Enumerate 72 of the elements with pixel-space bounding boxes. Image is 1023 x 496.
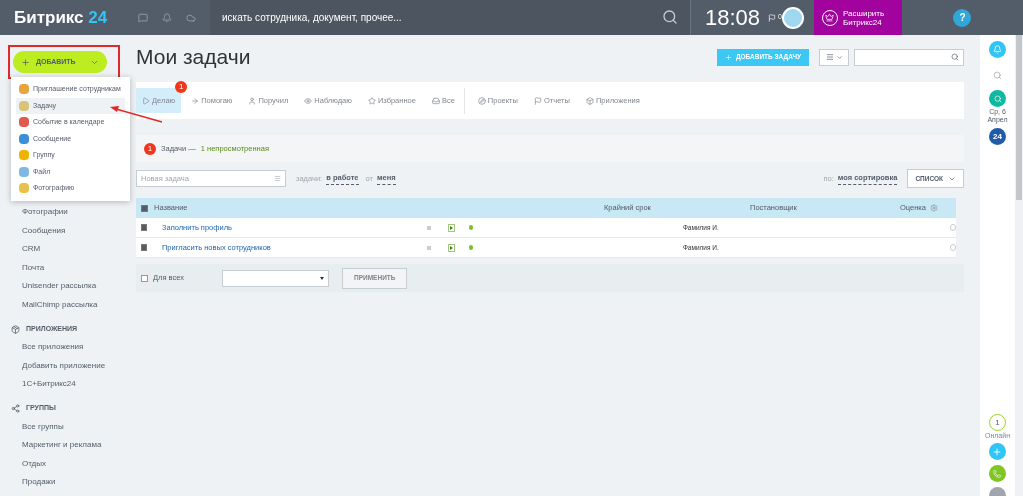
- more-button[interactable]: [989, 487, 1006, 496]
- page-title: Мои задачи: [136, 44, 251, 71]
- play-icon[interactable]: [448, 243, 455, 252]
- search-field[interactable]: искать сотрудника, документ, прочее...: [210, 0, 690, 35]
- tab-icon: [431, 96, 440, 105]
- logo[interactable]: Битрикс 24: [14, 4, 108, 31]
- settings-icon[interactable]: [930, 204, 938, 212]
- bitrix-badge[interactable]: 24: [989, 128, 1006, 145]
- chat-icon[interactable]: [138, 12, 148, 23]
- scrollbar[interactable]: [1016, 35, 1022, 200]
- sidebar-item[interactable]: 1С+Битрикс24: [22, 379, 76, 390]
- chevron-icon: [835, 53, 843, 61]
- play-icon[interactable]: [448, 223, 455, 232]
- clock-time: 18:08: [705, 4, 761, 32]
- apps-icon: [11, 324, 20, 334]
- notifications-button[interactable]: [989, 41, 1006, 58]
- tab-icon: [477, 96, 486, 105]
- bell-icon: [993, 45, 1002, 54]
- action-select[interactable]: [222, 269, 329, 287]
- share-icon: [11, 404, 20, 413]
- menu-item-icon: [19, 117, 29, 128]
- menu-item-icon: [19, 84, 29, 95]
- tab-icon: [367, 96, 376, 105]
- phone-button[interactable]: [989, 465, 1006, 482]
- tab-icon: [191, 96, 200, 105]
- sidebar-item[interactable]: Продажи: [22, 477, 56, 488]
- bell-icon[interactable]: [162, 12, 172, 23]
- sidebar-item[interactable]: Добавить приложение: [22, 360, 106, 371]
- annotation-arrow: [110, 106, 163, 123]
- count-badge: 1: [144, 142, 156, 155]
- plus-icon: [21, 57, 30, 67]
- menu-item-icon: [19, 166, 29, 177]
- list-icon: [825, 53, 834, 61]
- plus-icon: [992, 446, 1003, 457]
- flag-icon: [768, 13, 777, 22]
- menu-item-icon: [19, 100, 29, 111]
- tab-icon: [533, 96, 542, 105]
- search-icon[interactable]: [662, 9, 678, 25]
- sidebar-item[interactable]: Отдых: [22, 458, 47, 469]
- sidebar-item[interactable]: MailChimp рассылка: [22, 299, 98, 310]
- cloud-icon[interactable]: [186, 12, 196, 23]
- tab-icon: [585, 96, 594, 105]
- menu-item-icon: [19, 150, 29, 161]
- avatar[interactable]: [781, 6, 804, 29]
- checkbox[interactable]: [141, 244, 147, 251]
- checkbox[interactable]: [141, 204, 148, 212]
- sidebar-item[interactable]: Маркетинг и реклама: [22, 440, 102, 451]
- checkbox[interactable]: [141, 224, 147, 231]
- rating-icon[interactable]: [950, 224, 956, 231]
- upgrade-button[interactable]: Расширить Битрикс24: [813, 0, 902, 35]
- checkbox[interactable]: [141, 274, 148, 282]
- add-button[interactable]: [989, 443, 1006, 460]
- search-icon: [993, 94, 1002, 103]
- menu-item-icon: [19, 133, 29, 144]
- rating-icon[interactable]: [950, 244, 956, 251]
- menu-item-icon: [19, 183, 29, 194]
- sidebar-item[interactable]: Почта: [22, 262, 45, 273]
- tab-icon: [304, 96, 313, 105]
- sidebar-item[interactable]: Unisender рассылка: [22, 281, 97, 292]
- phone-icon: [993, 469, 1002, 478]
- plus-icon: [724, 53, 732, 61]
- view-menu-button[interactable]: [819, 48, 849, 66]
- sidebar-item[interactable]: CRM: [22, 244, 41, 255]
- list-icon: [274, 175, 281, 182]
- sidebar-item[interactable]: Фотографии: [22, 207, 68, 218]
- sidebar-item[interactable]: Все группы: [22, 421, 64, 432]
- search-icon: [951, 53, 959, 61]
- sidebar-item[interactable]: Сообщения: [22, 225, 66, 236]
- sidebar-item[interactable]: Все приложения: [22, 342, 84, 353]
- tab-icon: [248, 96, 257, 105]
- search-field[interactable]: [854, 48, 964, 66]
- tab-icon: [142, 96, 150, 105]
